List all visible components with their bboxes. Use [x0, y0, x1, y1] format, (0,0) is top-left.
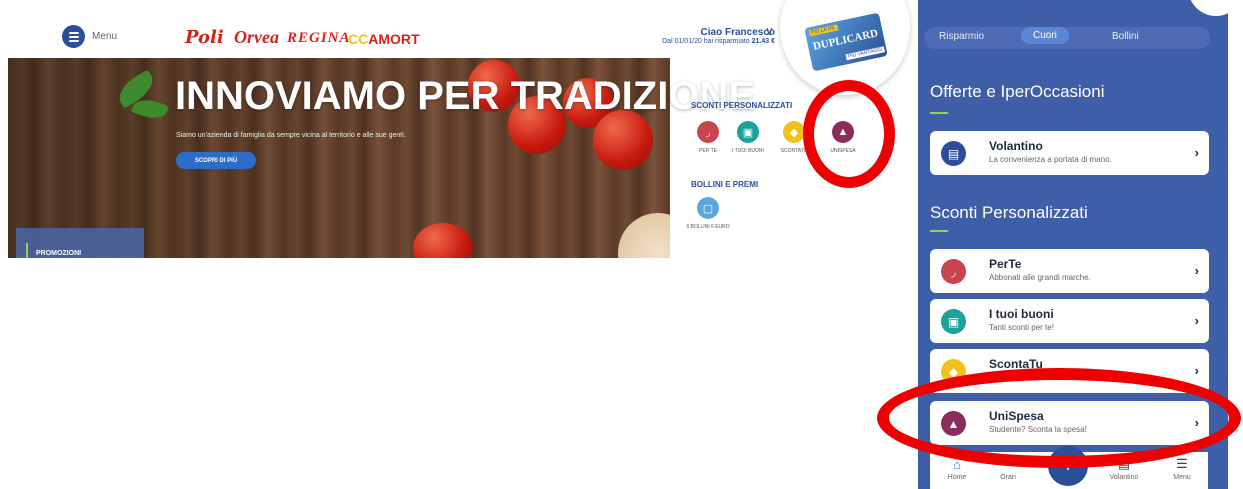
- chevron-right-icon: ›: [1194, 313, 1199, 328]
- highlight-circle: [803, 80, 895, 188]
- card-title: I tuoi buoni: [989, 307, 1054, 321]
- hero-subtitle: Siamo un'azienda di famiglia da sempre v…: [176, 132, 406, 139]
- card-volantino[interactable]: ▤ Volantino La convenienza a portata di …: [930, 131, 1209, 175]
- card-badge: [1188, 0, 1228, 16]
- bollini-heading: BOLLINI E PREMI: [691, 180, 759, 189]
- user-greeting[interactable]: Ciao Francesco: [701, 27, 775, 38]
- sconti-item-label: PER TE: [699, 148, 717, 154]
- nav-label: Orari: [1000, 474, 1016, 481]
- tab-bollini[interactable]: Bollini: [1112, 31, 1139, 42]
- cart-icon: ▣: [941, 309, 966, 334]
- sticker-icon: ▢: [697, 197, 719, 219]
- sconti-item-perte[interactable]: ◞ PER TE: [686, 121, 730, 154]
- brand-logo-poli[interactable]: Poli: [185, 27, 224, 48]
- card-tag-top: PIÙ LA DIL: [808, 24, 839, 37]
- brand-logo-cc: CC: [348, 31, 369, 47]
- bollini-item[interactable]: ▢ 6 BOLLINI 6 EURO: [686, 197, 730, 231]
- menu-icon: ☰: [1176, 456, 1188, 471]
- discover-more-button[interactable]: SCOPRI DI PIÙ: [176, 152, 256, 169]
- savings-amount: 21.43 €: [751, 38, 775, 45]
- card-subtitle: Tanti sconti per te!: [989, 323, 1054, 332]
- chevron-right-icon: ›: [1194, 363, 1199, 378]
- nav-menu[interactable]: ☰ Menu: [1160, 456, 1204, 481]
- menu-label: Menu: [92, 31, 118, 42]
- desktop-screenshot: Menu Poli Orvea REGINA CCAMORT Ciao Fran…: [0, 0, 910, 260]
- highlight-ellipse: [877, 368, 1241, 468]
- tab-bar: Risparmio Cuori Bollini: [924, 27, 1210, 49]
- card-perte[interactable]: ◞ PerTe Abbonati alle grandi marche. ›: [930, 249, 1209, 293]
- chevron-right-icon: ›: [1194, 145, 1199, 160]
- tab-risparmio[interactable]: Risparmio: [939, 31, 984, 42]
- tomato-image: [593, 110, 653, 170]
- tab-cuori[interactable]: Cuori: [1021, 27, 1069, 44]
- wifi-icon: ◞: [697, 121, 719, 143]
- brand-logo-orvea[interactable]: Orvea: [234, 27, 279, 48]
- desktop-header: Menu Poli Orvea REGINA CCAMORT Ciao Fran…: [0, 0, 905, 58]
- section-underline: [930, 230, 948, 232]
- chevron-right-icon: ›: [1194, 263, 1199, 278]
- wifi-icon: ◞: [941, 259, 966, 284]
- chevron-down-icon[interactable]: ∨: [765, 24, 774, 38]
- card-title: PerTe: [989, 257, 1022, 271]
- menu-button[interactable]: [62, 25, 85, 48]
- card-subtitle: La convenienza a portata di mano.: [989, 155, 1112, 164]
- nav-label: Home: [947, 474, 967, 481]
- card-title: Volantino: [989, 139, 1043, 153]
- section-underline: [930, 112, 948, 114]
- hero-title: INNOVIAMO PER TRADIZIONE: [175, 74, 756, 118]
- brand-logo-amort[interactable]: CCAMORT: [348, 31, 420, 47]
- promotions-tab[interactable]: PROMOZIONI: [16, 228, 144, 258]
- section-title-offerte: Offerte e IperOccasioni: [930, 82, 1105, 101]
- cart-icon: ▣: [737, 121, 759, 143]
- sconti-heading: SCONTI PERSONALIZZATI: [691, 101, 793, 110]
- brand-logo-regina[interactable]: REGINA: [287, 30, 351, 47]
- section-title-sconti: Sconti Personalizzati: [930, 203, 1088, 222]
- card-tuoi-buoni[interactable]: ▣ I tuoi buoni Tanti sconti per te! ›: [930, 299, 1209, 343]
- nav-label: Volantino: [1109, 474, 1139, 481]
- book-icon: ▤: [941, 141, 966, 166]
- savings-summary: Dal 01/01/20 hai risparmiato 21.43 €: [662, 38, 775, 45]
- card-subtitle: Abbonati alle grandi marche.: [989, 273, 1091, 282]
- sconti-item-buoni[interactable]: ▣ I TUOI BUONI: [726, 121, 770, 154]
- bollini-item-label: 6 BOLLINI 6 EURO: [686, 224, 730, 230]
- nav-label: Menu: [1173, 474, 1191, 481]
- tag-icon: ◆: [783, 121, 805, 143]
- sconti-item-label: I TUOI BUONI: [732, 148, 764, 154]
- brand-logo-amort-text: AMORT: [368, 31, 420, 47]
- savings-prefix: Dal 01/01/20 hai risparmiato: [662, 38, 750, 45]
